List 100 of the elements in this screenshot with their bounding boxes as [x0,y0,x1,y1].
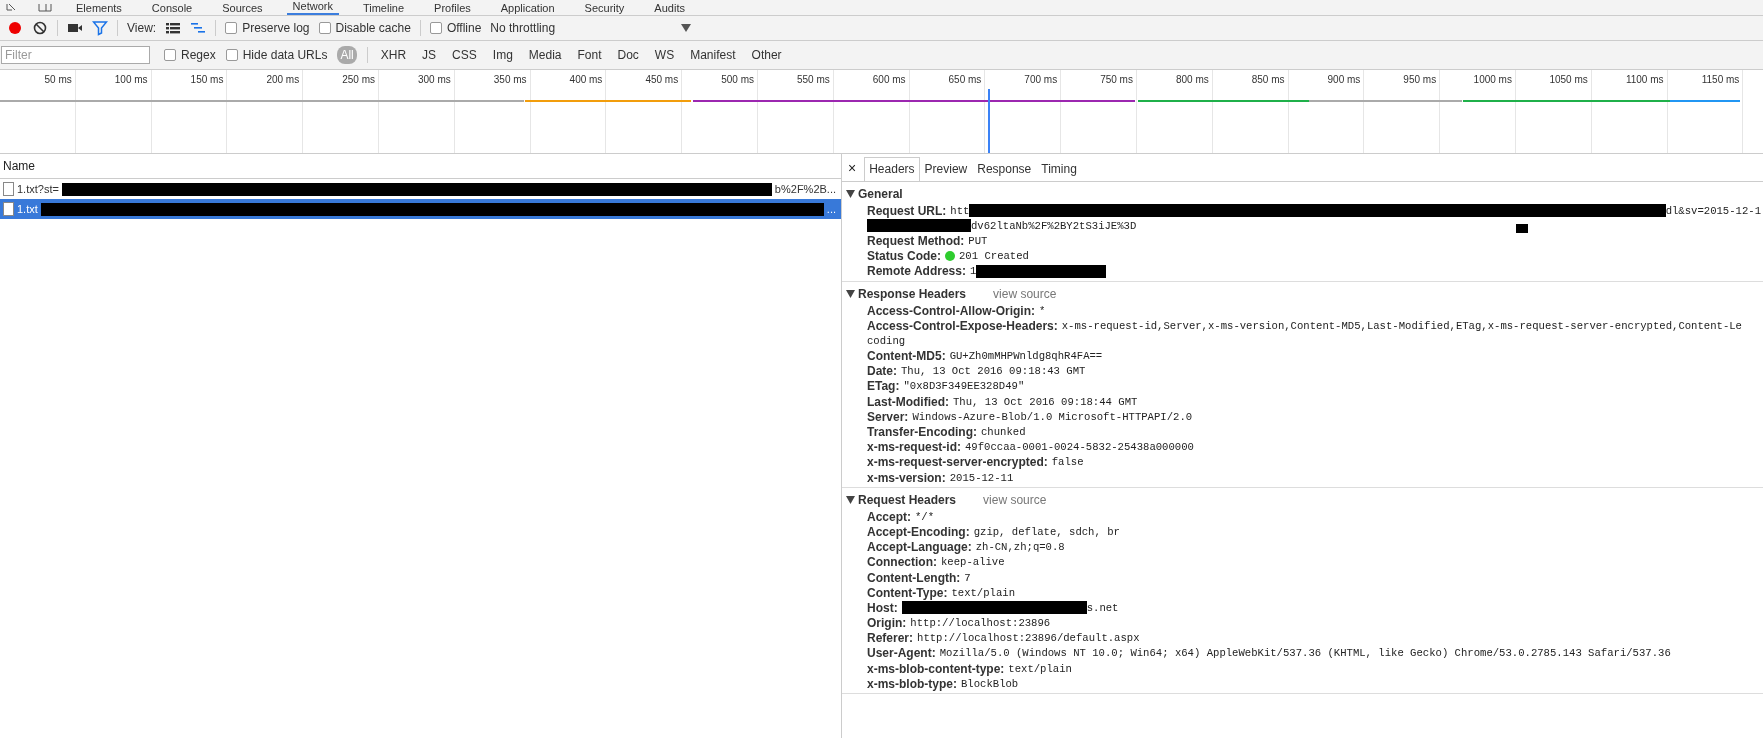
header-value: http://localhost:23896 [910,617,1051,630]
header-name: x-ms-version: [867,470,946,485]
option-checkbox[interactable]: Preserve log [225,21,310,35]
device-icon[interactable] [38,4,52,12]
panel-tab[interactable]: Application [494,2,561,15]
option-checkbox[interactable]: Hide data URLs [225,48,328,62]
disclosure-icon[interactable] [846,289,855,298]
panel-tab[interactable]: Console [145,2,199,15]
throttling-dropdown[interactable]: No throttling [490,21,692,35]
panel-tab[interactable]: Sources [216,2,269,15]
header-name: Request Method: [867,233,965,248]
header-name: x-ms-request-id: [867,440,961,455]
tick-label: 1150 ms [1701,74,1740,85]
option-checkbox[interactable]: Regex [164,48,216,62]
tick-label: 950 ms [1403,74,1437,85]
view-source-link[interactable]: view source [993,286,1057,301]
header-name: x-ms-blob-type: [867,676,957,691]
offline-checkbox[interactable]: Offline [429,21,482,35]
header-value: * [1039,304,1046,317]
panel-tab[interactable]: Profiles [428,2,477,15]
header-name: Content-Type: [867,585,948,600]
tick-label: 450 ms [645,74,679,85]
header-value: 2015-12-11 [949,471,1014,484]
detail-tab[interactable]: Preview [919,157,973,181]
column-header[interactable]: Name [0,154,841,179]
header-name: Server: [867,409,909,424]
header-name: Content-Length: [867,570,961,585]
type-filter[interactable]: Img [489,46,516,64]
header-value: zh-CN,zh;q=0.8 [975,541,1065,554]
panel-tab[interactable]: Timeline [356,2,411,15]
filter-icon[interactable] [92,20,108,36]
tick-label: 400 ms [569,74,603,85]
detail-tab[interactable]: Timing [1036,157,1082,181]
header-name: x-ms-blob-content-type: [867,661,1005,676]
tick-label: 600 ms [872,74,906,85]
caret-icon [681,24,692,32]
tick-label: 1100 ms [1625,74,1664,85]
view-source-link[interactable]: view source [983,493,1047,508]
tick-label: 1050 ms [1549,74,1588,85]
section-title[interactable]: General [858,187,903,201]
header-name: Transfer-Encoding: [867,425,977,440]
type-filter[interactable]: Font [574,46,605,64]
panel-tab[interactable]: Elements [70,2,128,15]
header-name: Connection: [867,555,937,570]
header-value: Windows-Azure-Blob/1.0 Microsoft-HTTPAPI/2.0 [912,410,1193,423]
header-name: Last-Modified: [867,394,949,409]
type-filter[interactable]: XHR [377,46,410,64]
header-value: GU+Zh0mMHPWnldg8qhR4FA== [949,350,1103,363]
section-title[interactable]: Request Headers [858,493,957,508]
header-value: text/plain [951,586,1015,599]
header-value: BlockBlob [961,677,1019,690]
header-value: Thu, 13 Oct 2016 09:18:43 GMT [901,365,1086,378]
type-filter[interactable]: Other [748,46,785,64]
record-button[interactable] [7,20,23,36]
type-filter[interactable]: JS [419,46,440,64]
header-name: Accept-Language: [867,540,972,555]
header-value: dl&sv=2015-12-1 [1665,204,1761,217]
header-value: coding [867,334,906,347]
clear-icon[interactable] [32,20,48,36]
type-filter[interactable]: Media [525,46,565,64]
detail-tab[interactable]: Headers [864,157,920,181]
header-name: Access-Control-Expose-Headers: [867,318,1058,333]
header-value: keep-alive [941,556,1005,569]
request-row[interactable]: 1.txt ... [0,199,841,219]
header-name: x-ms-request-server-encrypted: [867,455,1048,470]
tick-label: 150 ms [190,74,224,85]
type-filter[interactable]: Manifest [687,46,739,64]
header-name: Access-Control-Allow-Origin: [867,303,1035,318]
tick-label: 900 ms [1327,74,1361,85]
header-name: Status Code: [867,249,941,264]
header-name: Content-MD5: [867,349,946,364]
file-icon [3,202,14,216]
panel-tab[interactable]: Audits [648,2,691,15]
request-row[interactable]: 1.txt?st= b%2F%2B... [0,179,841,199]
header-value: */* [915,510,935,523]
detail-tab[interactable]: Response [972,157,1037,181]
disclosure-icon[interactable] [846,190,855,198]
waterfall-icon[interactable] [190,20,207,36]
header-value: chunked [981,426,1026,439]
list-view-icon[interactable] [165,20,182,36]
header-value: 49f0ccaa-0001-0024-5832-25438a000000 [965,441,1194,454]
filter-field[interactable]: Filter [1,46,150,64]
file-icon [3,182,14,196]
header-name: Origin: [867,616,907,631]
tick-label: 50 ms [44,74,72,85]
tick-label: 1000 ms [1473,74,1512,85]
header-value: 201 Created [959,250,1029,263]
close-button[interactable]: × [848,159,857,176]
tick-label: 800 ms [1175,74,1209,85]
type-filter[interactable]: CSS [449,46,480,64]
section-title[interactable]: Response Headers [858,286,967,301]
tick-label: 700 ms [1024,74,1058,85]
redaction-bar [1516,224,1529,234]
header-value: dv62ltaNb%2F%2BY2tS3iJE%3D [971,219,1137,232]
type-filter[interactable]: Doc [614,46,642,64]
type-filter[interactable]: WS [651,46,678,64]
header-value: x-ms-request-id,Server,x-ms-version,Content-MD5,Last-Modified,ETag,x-ms-request-server-encrypted,Content-Le [1061,319,1742,332]
panel-tab[interactable]: Security [578,2,631,15]
disclosure-icon[interactable] [846,496,855,505]
option-checkbox[interactable]: Disable cache [318,21,411,35]
